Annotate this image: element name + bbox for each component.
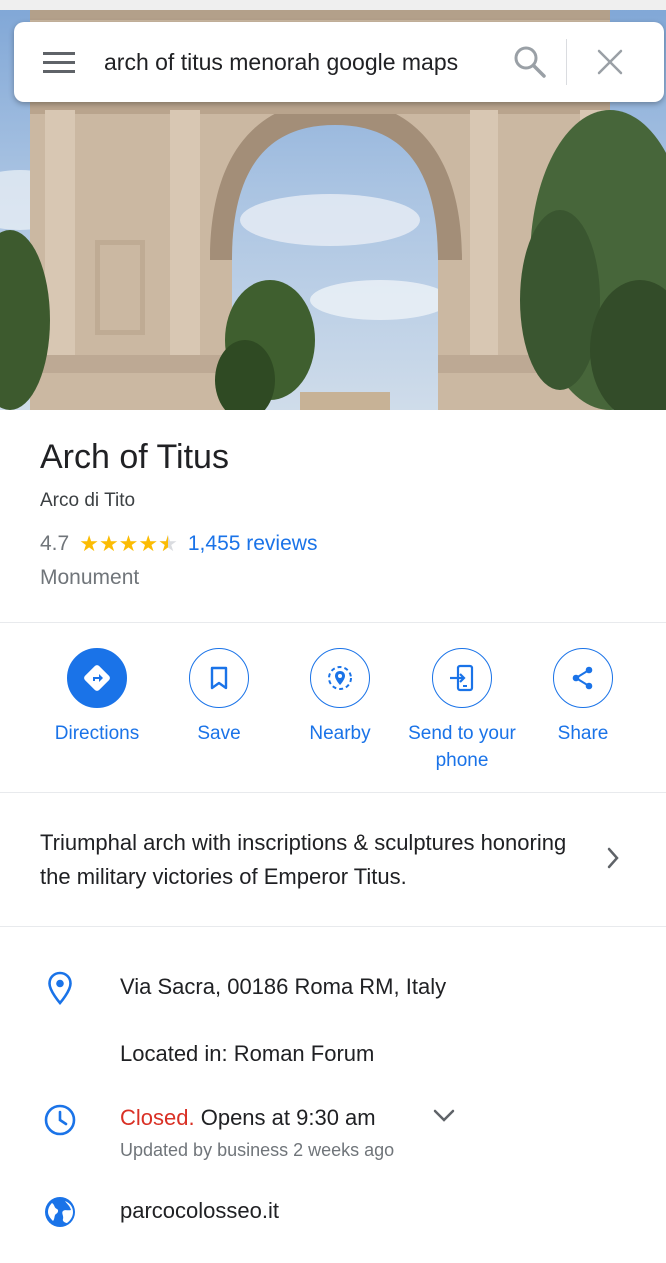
- section-divider: [0, 622, 666, 623]
- hamburger-menu-icon: [43, 52, 75, 73]
- star-icon: ★: [138, 531, 159, 556]
- half-star-icon: ★: [158, 533, 178, 556]
- hours-row[interactable]: Closed. Opens at 9:30 am: [120, 1105, 376, 1131]
- reviews-link[interactable]: 1,455 reviews: [188, 532, 318, 556]
- directions-label: Directions: [54, 723, 140, 744]
- nearby-icon: [328, 666, 352, 690]
- share-label: Share: [557, 723, 609, 744]
- directions-button[interactable]: Directions: [32, 648, 162, 747]
- save-button[interactable]: Save: [154, 648, 284, 747]
- share-button[interactable]: Share: [518, 648, 648, 747]
- action-buttons: Directions Save Nearby Send to your phon…: [0, 648, 666, 788]
- address-pin-icon: [42, 970, 78, 1006]
- send-to-phone-circle: [432, 648, 492, 708]
- chevron-right-icon: [607, 847, 619, 869]
- clock-icon: [42, 1102, 78, 1138]
- directions-circle: [67, 648, 127, 708]
- globe-icon: [42, 1194, 78, 1230]
- send-to-phone-button[interactable]: Send to your phone: [397, 648, 527, 774]
- save-label: Save: [197, 723, 241, 744]
- place-description[interactable]: Triumphal arch with inscriptions & sculp…: [40, 826, 580, 894]
- share-icon: [572, 666, 593, 690]
- description-expand-button[interactable]: [606, 846, 620, 875]
- send-to-phone-label: Send to your phone: [408, 723, 516, 771]
- located-in-text[interactable]: Located in: Roman Forum: [120, 1041, 374, 1067]
- share-circle: [553, 648, 613, 708]
- directions-icon: [84, 665, 110, 691]
- section-divider: [0, 926, 666, 927]
- nearby-label: Nearby: [309, 723, 371, 744]
- star-icon: ★: [118, 531, 139, 556]
- search-button[interactable]: [494, 22, 566, 102]
- save-circle: [189, 648, 249, 708]
- place-subtitle: Arco di Tito: [40, 490, 136, 511]
- address-text[interactable]: Via Sacra, 00186 Roma RM, Italy: [120, 974, 446, 1000]
- place-title: Arch of Titus: [40, 438, 229, 476]
- chevron-down-icon: [433, 1109, 455, 1122]
- hours-status: Closed.: [120, 1105, 195, 1130]
- star-icon: ★: [98, 531, 119, 556]
- bookmark-icon: [210, 666, 228, 690]
- website-link[interactable]: parcocolosseo.it: [120, 1198, 279, 1224]
- star-rating: ★ ★ ★ ★ ★: [79, 531, 178, 556]
- hours-open-time: Opens at 9:30 am: [200, 1105, 376, 1130]
- clear-search-button[interactable]: [567, 22, 653, 102]
- close-icon: [597, 49, 623, 75]
- send-to-phone-icon: [450, 664, 474, 692]
- nearby-button[interactable]: Nearby: [275, 648, 405, 747]
- hours-expand-button[interactable]: [432, 1108, 456, 1129]
- search-bar: [14, 22, 664, 102]
- search-icon: [514, 46, 546, 78]
- search-input[interactable]: [104, 42, 484, 82]
- star-icon: ★: [79, 531, 99, 556]
- rating-value: 4.7: [40, 532, 70, 555]
- menu-button[interactable]: [14, 22, 104, 102]
- section-divider: [0, 792, 666, 793]
- place-category: Monument: [40, 566, 140, 589]
- nearby-circle: [310, 648, 370, 708]
- rating-row: 4.7 ★ ★ ★ ★ ★ 1,455 reviews: [40, 532, 317, 556]
- hours-updated-note: Updated by business 2 weeks ago: [120, 1140, 395, 1160]
